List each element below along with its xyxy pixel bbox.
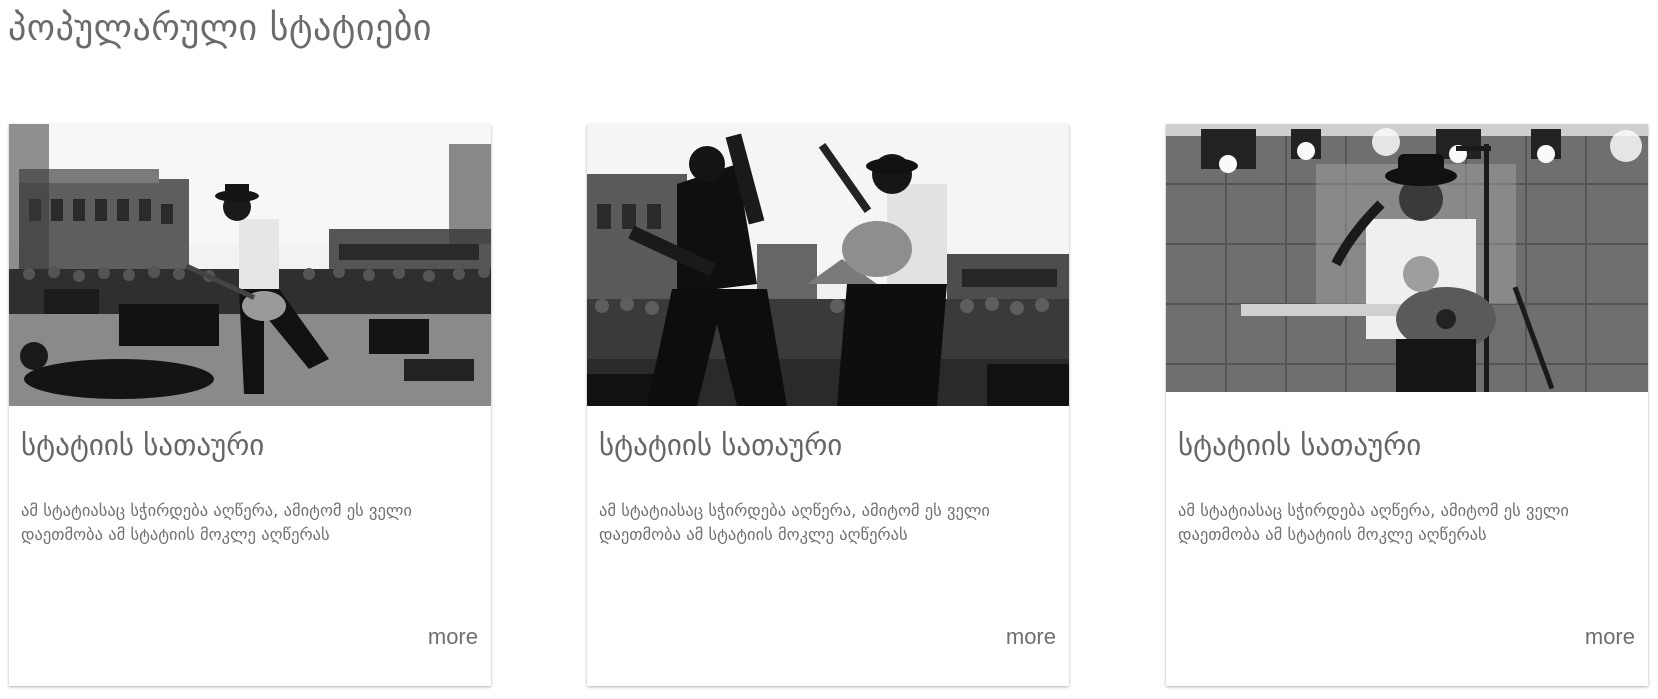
article-title[interactable]: სტატიის სათაური: [599, 428, 842, 462]
more-link[interactable]: more: [1585, 624, 1635, 650]
article-image[interactable]: [9, 124, 491, 406]
section-title: პოპულარული სტატიები: [8, 8, 433, 49]
concert-photo-street-stage: [9, 124, 491, 406]
article-cards: სტატიის სათაური ამ სტატიასაც სჭირდება აღ…: [9, 124, 1649, 687]
more-link[interactable]: more: [428, 624, 478, 650]
popular-articles-page: პოპულარული სტატიები სტატიის სათაური ამ ს…: [0, 0, 1658, 699]
article-title[interactable]: სტატიის სათაური: [1178, 428, 1421, 462]
article-card[interactable]: სტატიის სათაური ამ სტატიასაც სჭირდება აღ…: [9, 124, 491, 686]
concert-photo-guitarist-stage-lights: [1166, 124, 1648, 392]
concert-photo-two-guitarists: [587, 124, 1069, 406]
article-title[interactable]: სტატიის სათაური: [21, 428, 264, 462]
article-image[interactable]: [587, 124, 1069, 406]
article-description: ამ სტატიასაც სჭირდება აღწერა, ამიტომ ეს …: [21, 501, 412, 544]
article-description: ამ სტატიასაც სჭირდება აღწერა, ამიტომ ეს …: [1178, 501, 1569, 544]
more-link[interactable]: more: [1006, 624, 1056, 650]
article-card[interactable]: სტატიის სათაური ამ სტატიასაც სჭირდება აღ…: [1166, 124, 1648, 686]
article-image[interactable]: [1166, 124, 1648, 392]
article-card[interactable]: სტატიის სათაური ამ სტატიასაც სჭირდება აღ…: [587, 124, 1069, 686]
article-description: ამ სტატიასაც სჭირდება აღწერა, ამიტომ ეს …: [599, 501, 990, 544]
